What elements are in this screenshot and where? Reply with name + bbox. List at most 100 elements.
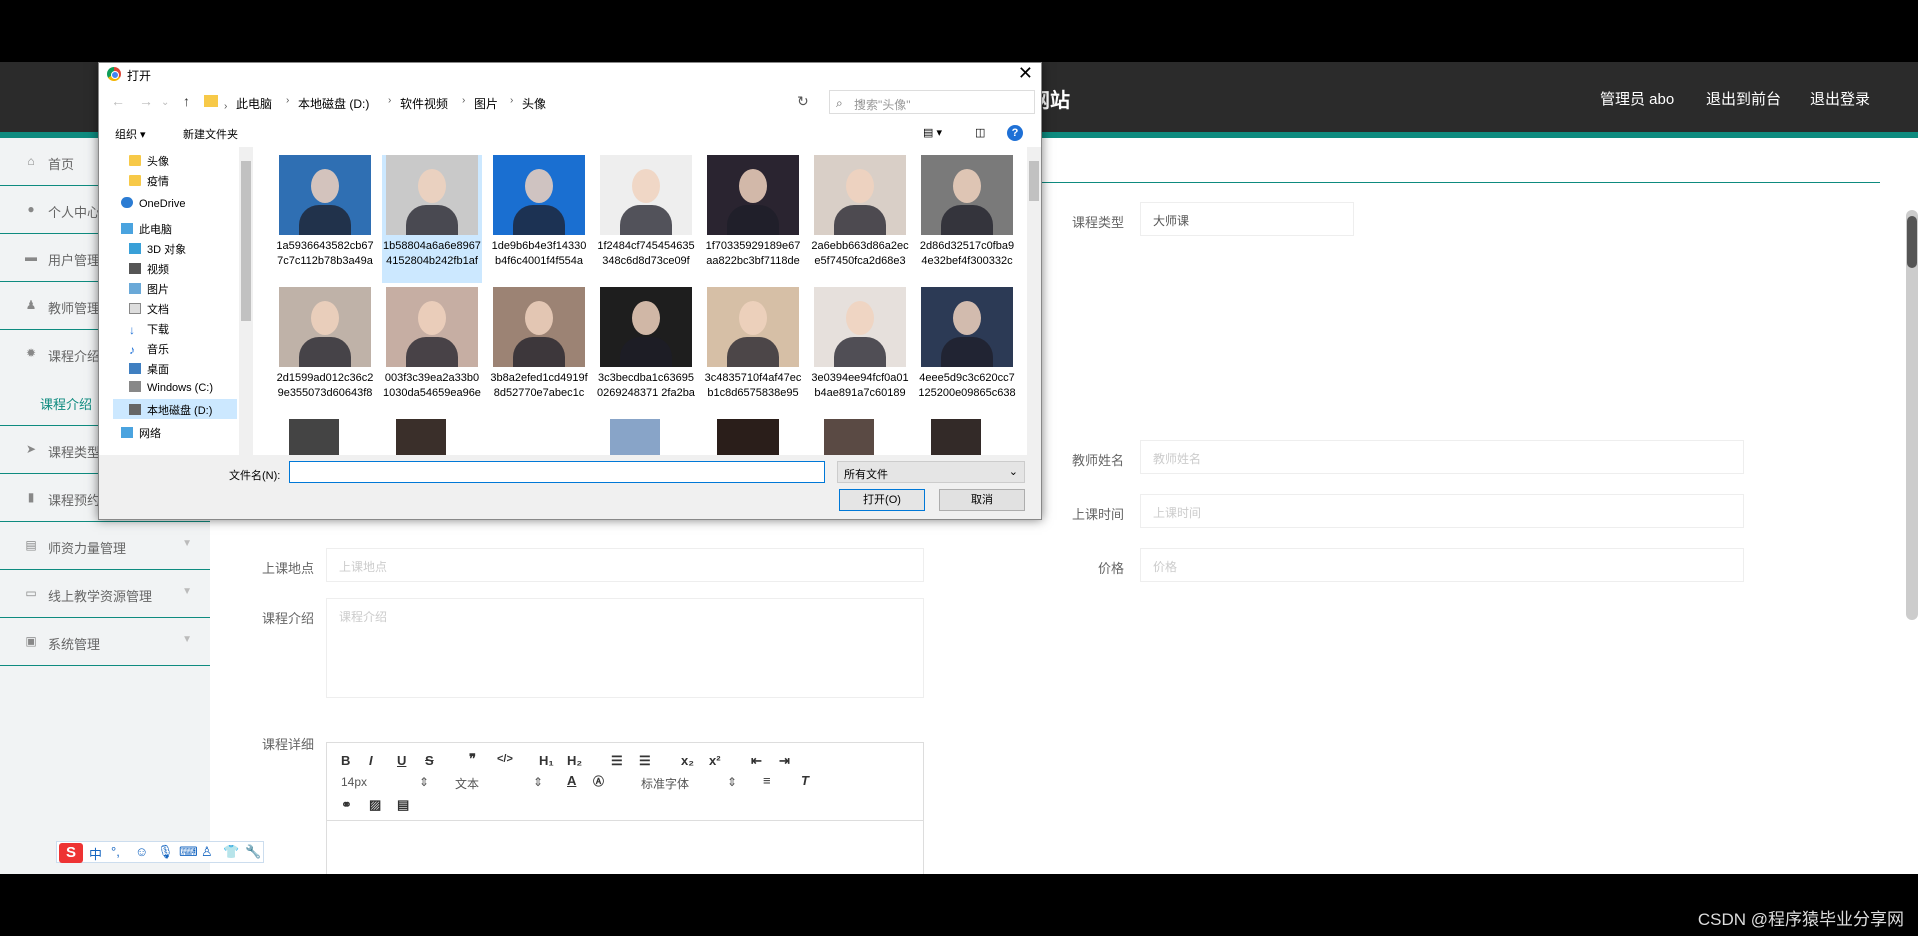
course-type-select[interactable]: 大师课 bbox=[1140, 202, 1354, 236]
price-input[interactable]: 价格 bbox=[1140, 548, 1744, 582]
file-item[interactable]: 2d86d32517c0fba94e32bef4f300332c bbox=[917, 155, 1017, 283]
quote-button[interactable]: ❞ bbox=[469, 751, 476, 767]
font-color-button[interactable]: A bbox=[567, 773, 576, 788]
open-button[interactable]: 打开(O) bbox=[839, 489, 925, 511]
nav-item-drive-d[interactable]: 本地磁盘 (D:) bbox=[113, 399, 237, 419]
breadcrumb-drive-d[interactable]: 本地磁盘 (D:) bbox=[298, 95, 369, 112]
search-input[interactable]: ⌕ 搜索"头像" bbox=[829, 90, 1035, 114]
nav-item-3d[interactable]: 3D 对象 bbox=[129, 241, 186, 257]
h2-button[interactable]: H₂ bbox=[567, 753, 582, 768]
link-icon[interactable]: ⚭ bbox=[341, 797, 352, 813]
file-item[interactable]: 2a6ebb663d86a2ece5f7450fca2d68e3 bbox=[810, 155, 910, 283]
intro-textarea[interactable]: 课程介绍 bbox=[326, 598, 924, 698]
file-item[interactable]: 1f2484cf745454635348c6d8d73ce09f bbox=[596, 155, 696, 283]
file-item[interactable]: 003f3c39ea2a33b01030da54659ea96e bbox=[382, 287, 482, 415]
nav-pane-scrollbar[interactable] bbox=[239, 147, 253, 455]
italic-button[interactable]: I bbox=[369, 753, 373, 768]
strike-button[interactable]: S bbox=[425, 753, 434, 768]
indent-button[interactable]: ⇥ bbox=[779, 753, 790, 769]
view-options-icon[interactable]: ▤ ▾ bbox=[923, 126, 942, 139]
breadcrumb-pictures[interactable]: 图片 bbox=[474, 95, 498, 112]
sidebar-item-online-resources[interactable]: ▭ 线上教学资源管理 ▼ bbox=[0, 570, 210, 618]
file-thumbnail-partial[interactable] bbox=[824, 419, 874, 455]
emoji-icon[interactable]: ☺ bbox=[135, 844, 148, 859]
keyboard-icon[interactable]: ⌨ bbox=[179, 844, 198, 860]
nav-item-documents[interactable]: 文档 bbox=[129, 301, 169, 317]
breadcrumb-avatar[interactable]: 头像 bbox=[522, 95, 546, 112]
sidebar-item-system[interactable]: ▣ 系统管理 ▼ bbox=[0, 618, 210, 666]
file-thumbnail-partial[interactable] bbox=[396, 419, 446, 455]
breadcrumb-this-pc[interactable]: 此电脑 bbox=[236, 95, 272, 112]
file-item[interactable]: 1a5936643582cb677c7c112b78b3a49a bbox=[275, 155, 375, 283]
h1-button[interactable]: H₁ bbox=[539, 753, 554, 768]
back-to-frontend-link[interactable]: 退出到前台 bbox=[1706, 88, 1781, 109]
background-color-button[interactable]: Ⓐ bbox=[593, 773, 604, 789]
nav-item-this-pc[interactable]: 此电脑 bbox=[121, 221, 172, 237]
class-time-input[interactable]: 上课时间 bbox=[1140, 494, 1744, 528]
font-size-select[interactable]: 14px bbox=[341, 775, 367, 789]
nav-item-network[interactable]: 网络 bbox=[121, 425, 161, 441]
filename-input[interactable] bbox=[289, 461, 825, 483]
file-thumbnail-partial[interactable] bbox=[717, 419, 779, 455]
teacher-name-input[interactable]: 教师姓名 bbox=[1140, 440, 1744, 474]
file-item[interactable]: 1de9b6b4e3f14330b4f6c4001f4f554a bbox=[489, 155, 589, 283]
underline-button[interactable]: U bbox=[397, 753, 406, 768]
ime-mode[interactable]: 中 bbox=[89, 844, 102, 863]
bold-button[interactable]: B bbox=[341, 753, 350, 768]
superscript-button[interactable]: x² bbox=[709, 753, 721, 768]
font-family-select[interactable]: 标准字体 bbox=[641, 775, 689, 792]
punctuation-icon[interactable]: °, bbox=[111, 844, 120, 859]
file-item[interactable]: 3e0394ee94fcf0a01b4ae891a7c60189 bbox=[810, 287, 910, 415]
image-icon[interactable]: ▨ bbox=[369, 797, 381, 813]
refresh-icon[interactable]: ↻ bbox=[797, 93, 809, 110]
nav-item-desktop[interactable]: 桌面 bbox=[129, 361, 169, 377]
breadcrumb-box[interactable]: › 此电脑 › 本地磁盘 (D:) › 软件视频 › 图片 › 头像 ⌄ bbox=[203, 90, 877, 114]
wrench-icon[interactable]: 🔧 bbox=[245, 844, 261, 860]
nav-item-pictures[interactable]: 图片 bbox=[129, 281, 169, 297]
preview-pane-icon[interactable]: ◫ bbox=[975, 126, 985, 139]
outdent-button[interactable]: ⇤ bbox=[751, 753, 762, 769]
file-thumbnail-partial[interactable] bbox=[610, 419, 660, 455]
new-folder-button[interactable]: 新建文件夹 bbox=[183, 126, 238, 142]
logout-link[interactable]: 退出登录 bbox=[1810, 88, 1870, 109]
cancel-button[interactable]: 取消 bbox=[939, 489, 1025, 511]
nav-item-avatar[interactable]: 头像 bbox=[129, 153, 169, 169]
scrollbar-thumb[interactable] bbox=[1029, 161, 1039, 201]
paragraph-select[interactable]: 文本 bbox=[455, 775, 479, 792]
clear-format-button[interactable]: T bbox=[801, 773, 809, 788]
help-icon[interactable]: ? bbox=[1007, 125, 1023, 141]
file-item[interactable]: 3c4835710f4af47ecb1c8d6575838e95 bbox=[703, 287, 803, 415]
organize-button[interactable]: 组织 ▾ bbox=[115, 126, 146, 142]
location-input[interactable]: 上课地点 bbox=[326, 548, 924, 582]
scrollbar-thumb[interactable] bbox=[1907, 216, 1917, 268]
file-list-scrollbar[interactable] bbox=[1027, 147, 1041, 455]
nav-item-onedrive[interactable]: OneDrive bbox=[121, 197, 185, 210]
forward-arrow-icon[interactable]: → bbox=[139, 93, 153, 109]
microphone-icon[interactable]: 🎙 bbox=[157, 844, 174, 860]
nav-item-drive-c[interactable]: Windows (C:) bbox=[129, 381, 213, 394]
ime-toolbar[interactable]: S 中 °, ☺ 🎙 ⌨ ♙ 👕 🔧 bbox=[56, 841, 264, 863]
code-button[interactable]: </> bbox=[497, 753, 513, 765]
nav-item-videos[interactable]: 视频 bbox=[129, 261, 169, 277]
ordered-list-button[interactable]: ☰ bbox=[611, 753, 623, 769]
page-scrollbar[interactable] bbox=[1906, 210, 1918, 620]
breadcrumb-software-video[interactable]: 软件视频 bbox=[400, 95, 448, 112]
rich-text-editor[interactable]: B I U S ❞ </> H₁ H₂ ☰ ☰ x₂ x² ⇤ ⇥ 14px ⇕… bbox=[326, 742, 924, 874]
file-item[interactable]: 1f70335929189e67aa822bc3bf7118de bbox=[703, 155, 803, 283]
file-type-select[interactable]: 所有文件 ⌄ bbox=[837, 461, 1025, 483]
subscript-button[interactable]: x₂ bbox=[681, 753, 694, 768]
file-item[interactable]: 4eee5d9c3c620cc7125200e09865c638 bbox=[917, 287, 1017, 415]
file-item[interactable]: 1b58804a6a6e89674152804b242fb1af bbox=[382, 155, 482, 283]
scrollbar-thumb[interactable] bbox=[241, 161, 251, 321]
up-arrow-icon[interactable]: ↑ bbox=[183, 93, 190, 109]
shirt-icon[interactable]: 👕 bbox=[223, 844, 239, 860]
person-icon[interactable]: ♙ bbox=[201, 844, 213, 860]
nav-item-epidemic[interactable]: 疫情 bbox=[129, 173, 169, 189]
file-thumbnail-partial[interactable] bbox=[289, 419, 339, 455]
sidebar-subitem-course-intro[interactable]: 课程介绍 bbox=[40, 394, 92, 413]
back-arrow-icon[interactable]: ← bbox=[111, 93, 125, 109]
file-item[interactable]: 3c3becdba1c636950269248371 2fa2ba bbox=[596, 287, 696, 415]
nav-item-downloads[interactable]: ↓ 下载 bbox=[129, 321, 169, 337]
file-item[interactable]: 2d1599ad012c36c29e355073d60643f8 bbox=[275, 287, 375, 415]
admin-user-link[interactable]: 管理员 abo bbox=[1600, 88, 1674, 109]
